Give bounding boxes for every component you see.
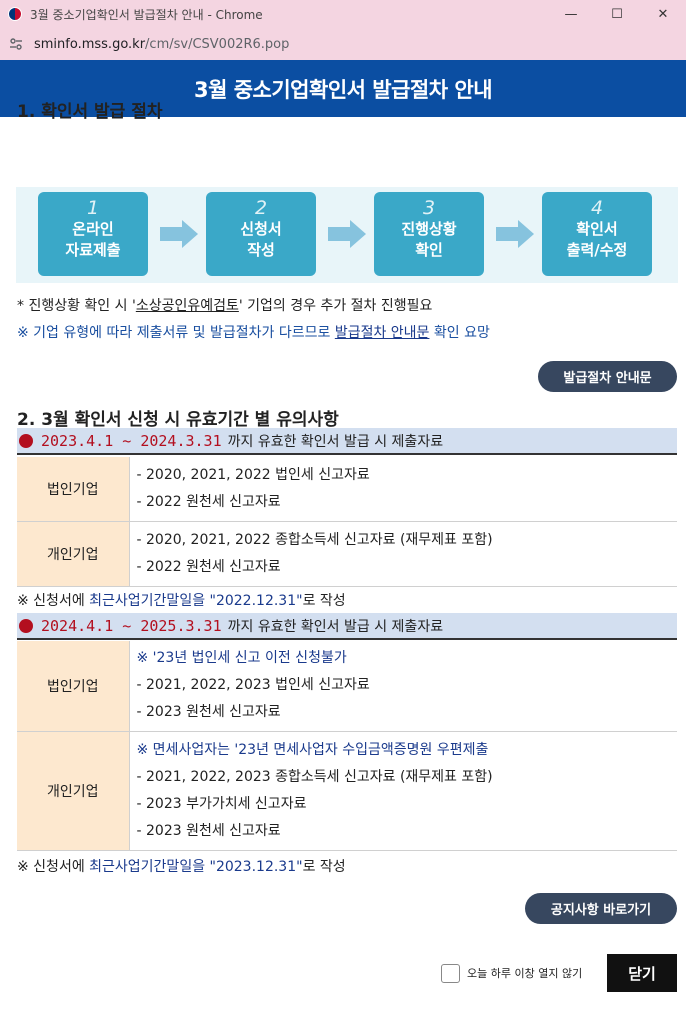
list-item: - 2021, 2022, 2023 종합소득세 신고자료 (재무제표 포함) <box>136 768 493 785</box>
step-number: 1 <box>86 197 100 219</box>
note-text: * 진행상황 확인 시 ' <box>17 298 136 314</box>
popup-footer: 오늘 하루 이창 열지 않기 닫기 <box>0 953 686 993</box>
arrow-right-icon <box>496 227 518 241</box>
step-3: 3 진행상황 확인 <box>374 192 484 276</box>
guide-link[interactable]: 발급절차 안내문 <box>335 325 430 341</box>
step-label-line1: 확인서 <box>576 220 618 238</box>
list-item: - 2020, 2021, 2022 법인세 신고자료 <box>136 466 370 483</box>
list-item: - 2023 원천세 신고자료 <box>136 704 281 721</box>
step-number: 4 <box>590 197 604 219</box>
note-text: ※ 기업 유형에 따라 제출서류 및 발급절차가 다르므로 <box>17 325 335 341</box>
list-item: - 2023 부가가치세 신고자료 <box>136 795 307 812</box>
page-content: 1. 확인서 발급 절차 1 온라인 자료제출 2 신청서 작성 3 진행상황 … <box>0 0 686 1021</box>
step-label-line1: 신청서 <box>240 220 282 238</box>
arrow-right-icon <box>518 220 534 248</box>
row-body: - 2020, 2021, 2022 종합소득세 신고자료 (재무제표 포함) … <box>129 521 677 587</box>
period-desc: 까지 유효한 확인서 발급 시 제출자료 <box>227 433 444 450</box>
row-body: ※ 면세사업자는 '23년 면세사업자 수입금액증명원 우편제출 - 2021,… <box>129 731 677 851</box>
period-dates: 2023.4.1 ~ 2024.3.31 <box>41 431 222 450</box>
row-header: 법인기업 <box>17 641 130 732</box>
red-dot-icon <box>19 618 33 633</box>
arrow-right-icon <box>328 227 350 241</box>
table-row: 법인기업 - 2020, 2021, 2022 법인세 신고자료 - 2022 … <box>17 457 677 522</box>
row-header: 법인기업 <box>17 457 130 522</box>
section1-title: 1. 확인서 발급 절차 <box>17 102 163 122</box>
dont-show-today-checkbox[interactable] <box>441 964 460 983</box>
step-label-line2: 확인 <box>415 241 443 259</box>
note-text: 로 작성 <box>302 859 346 875</box>
red-dot-icon <box>19 433 33 448</box>
step-label-line2: 자료제출 <box>65 241 121 259</box>
step-1: 1 온라인 자료제출 <box>38 192 148 276</box>
note-text: 확인 요망 <box>429 325 490 341</box>
row-body: ※ '23년 법인세 신고 이전 신청불가 - 2021, 2022, 2023… <box>129 641 677 732</box>
step-label-line1: 진행상황 <box>401 220 457 238</box>
row-header: 개인기업 <box>17 731 130 851</box>
step-label-line1: 온라인 <box>72 220 114 238</box>
close-popup-button[interactable]: 닫기 <box>607 954 677 992</box>
documents-table-1: 법인기업 - 2020, 2021, 2022 법인세 신고자료 - 2022 … <box>17 457 677 587</box>
notice-shortcut-button[interactable]: 공지사항 바로가기 <box>525 893 677 924</box>
table-row: 개인기업 ※ 면세사업자는 '23년 면세사업자 수입금액증명원 우편제출 - … <box>17 731 677 851</box>
period-header-2: 2024.4.1 ~ 2025.3.31 까지 유효한 확인서 발급 시 제출자… <box>17 613 677 640</box>
list-item-warning: ※ 면세사업자는 '23년 면세사업자 수입금액증명원 우편제출 <box>136 741 489 758</box>
process-note: * 진행상황 확인 시 '소상공인유예검토' 기업의 경우 추가 절차 진행필요 <box>17 295 432 315</box>
note-text: ' 기업의 경우 추가 절차 진행필요 <box>238 298 433 314</box>
table-row: 법인기업 ※ '23년 법인세 신고 이전 신청불가 - 2021, 2022,… <box>17 641 677 732</box>
note-text: 로 작성 <box>302 593 346 609</box>
list-item: - 2022 원천세 신고자료 <box>136 558 281 575</box>
note-highlight: 최근사업기간말일을 "2022.12.31" <box>89 593 303 609</box>
guide-note: ※ 기업 유형에 따라 제출서류 및 발급절차가 다르므로 발급절차 안내문 확… <box>17 322 490 342</box>
process-steps: 1 온라인 자료제출 2 신청서 작성 3 진행상황 확인 4 확인서 출력/수… <box>16 187 678 283</box>
step-number: 2 <box>254 197 268 219</box>
note-text: ※ 신청서에 <box>17 593 90 609</box>
period-desc: 까지 유효한 확인서 발급 시 제출자료 <box>227 618 444 635</box>
note-highlight: 최근사업기간말일을 "2023.12.31" <box>89 859 303 875</box>
arrow-right-icon <box>182 220 198 248</box>
list-item: - 2023 원천세 신고자료 <box>136 822 281 839</box>
list-item-warning: ※ '23년 법인세 신고 이전 신청불가 <box>136 650 347 667</box>
step-number: 3 <box>422 197 436 219</box>
guide-document-button[interactable]: 발급절차 안내문 <box>538 361 677 392</box>
note-text: ※ 신청서에 <box>17 859 90 875</box>
step-2: 2 신청서 작성 <box>206 192 316 276</box>
step-label-line2: 작성 <box>247 241 275 259</box>
list-item: - 2020, 2021, 2022 종합소득세 신고자료 (재무제표 포함) <box>136 531 493 548</box>
row-body: - 2020, 2021, 2022 법인세 신고자료 - 2022 원천세 신… <box>129 457 677 522</box>
note-underline: 소상공인유예검토 <box>135 298 239 314</box>
step-4: 4 확인서 출력/수정 <box>542 192 652 276</box>
row-header: 개인기업 <box>17 521 130 587</box>
table-row: 개인기업 - 2020, 2021, 2022 종합소득세 신고자료 (재무제표… <box>17 521 677 587</box>
step-label-line2: 출력/수정 <box>566 241 628 259</box>
period-note-2: ※ 신청서에 최근사업기간말일을 "2023.12.31"로 작성 <box>17 856 346 876</box>
period-header-1: 2023.4.1 ~ 2024.3.31 까지 유효한 확인서 발급 시 제출자… <box>17 428 677 455</box>
dont-show-today-label[interactable]: 오늘 하루 이창 열지 않기 <box>467 965 582 981</box>
documents-table-2: 법인기업 ※ '23년 법인세 신고 이전 신청불가 - 2021, 2022,… <box>17 641 677 851</box>
list-item: - 2021, 2022, 2023 법인세 신고자료 <box>136 677 370 694</box>
section2-title: 2. 3월 확인서 신청 시 유효기간 별 유의사항 <box>17 410 339 430</box>
arrow-right-icon <box>350 220 366 248</box>
arrow-right-icon <box>160 227 182 241</box>
list-item: - 2022 원천세 신고자료 <box>136 493 281 510</box>
period-note-1: ※ 신청서에 최근사업기간말일을 "2022.12.31"로 작성 <box>17 590 346 610</box>
period-dates: 2024.4.1 ~ 2025.3.31 <box>41 616 222 635</box>
